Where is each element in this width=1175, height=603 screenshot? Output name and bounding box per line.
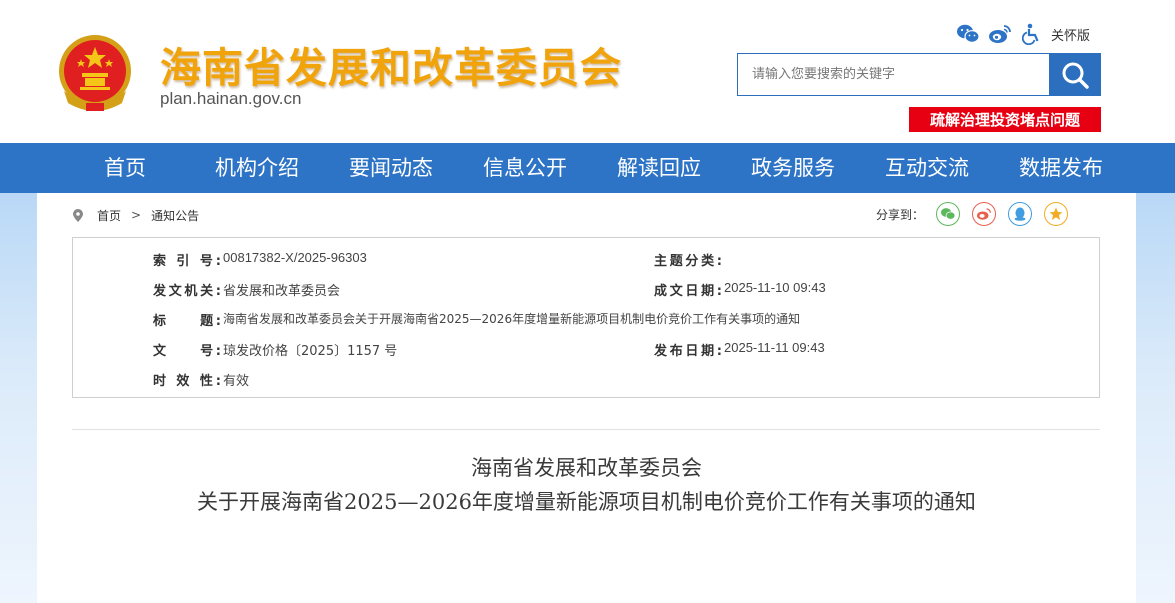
meta-published-value: 2025-11-11 09:43 <box>724 340 825 355</box>
wechat-icon <box>941 208 956 220</box>
content-divider <box>72 429 1100 430</box>
meta-created-value: 2025-11-10 09:43 <box>724 280 826 295</box>
wechat-icon[interactable] <box>955 22 981 46</box>
national-emblem-icon <box>59 35 131 111</box>
meta-issuer-value: 省发展和改革委员会 <box>223 284 341 299</box>
share-qq-button[interactable] <box>1008 202 1033 226</box>
weibo-icon <box>977 208 992 220</box>
top-toolbar: 关怀版 <box>955 22 1090 46</box>
nav-item-organization[interactable]: 机构介绍 <box>215 143 299 193</box>
nav-item-news[interactable]: 要闻动态 <box>349 143 433 193</box>
share-weibo-button[interactable] <box>972 202 997 226</box>
care-version-link[interactable]: 关怀版 <box>1051 25 1090 44</box>
meta-index: 索 引 号: 00817382-X/2025-96303 <box>153 250 367 269</box>
nav-item-interaction[interactable]: 互动交流 <box>885 143 969 193</box>
document-title-line1: 海南省发展和改革委员会 <box>471 456 702 480</box>
meta-published: 发布日期: 2025-11-11 09:43 <box>654 340 825 359</box>
qq-icon <box>1014 207 1026 221</box>
breadcrumb-home[interactable]: 首页 <box>97 207 121 224</box>
meta-docno-label: 文 号: <box>153 344 221 359</box>
search-icon <box>1062 62 1089 89</box>
meta-issuer: 发文机关: 省发展和改革委员会 <box>153 280 340 299</box>
meta-created: 成文日期: 2025-11-10 09:43 <box>654 280 826 299</box>
document-metadata: 索 引 号: 00817382-X/2025-96303 主题分类: 发文机关:… <box>72 237 1100 398</box>
search-input[interactable] <box>738 54 1049 95</box>
breadcrumb-current[interactable]: 通知公告 <box>151 207 199 224</box>
meta-validity: 时 效 性: 有效 <box>153 370 249 389</box>
share-label: 分享到： <box>876 207 925 222</box>
site-url[interactable]: plan.hainan.gov.cn <box>160 89 301 109</box>
search-button[interactable] <box>1049 53 1101 96</box>
promo-banner[interactable]: 疏解治理投资堵点问题 <box>909 107 1101 132</box>
breadcrumb: 首页 > 通知公告 <box>73 207 199 223</box>
main-nav: 首页 机构介绍 要闻动态 信息公开 解读回应 政务服务 互动交流 数据发布 <box>0 143 1175 193</box>
nav-item-home[interactable]: 首页 <box>104 143 146 193</box>
nav-item-data[interactable]: 数据发布 <box>1019 143 1103 193</box>
nav-item-disclosure[interactable]: 信息公开 <box>483 143 567 193</box>
breadcrumb-separator: > <box>131 208 142 222</box>
meta-index-label: 索 引 号: <box>153 254 221 269</box>
share-bar: 分享到： <box>876 202 1069 226</box>
qzone-icon <box>1049 207 1063 220</box>
nav-item-interpretation[interactable]: 解读回应 <box>617 143 701 193</box>
meta-topic: 主题分类: <box>654 250 724 269</box>
article-content: 首页 > 通知公告 分享到： 索 引 号: 00817382-X/2025-96… <box>37 193 1136 603</box>
share-qzone-button[interactable] <box>1044 202 1069 226</box>
site-title[interactable]: 海南省发展和改革委员会 <box>160 34 622 94</box>
share-wechat-button[interactable] <box>936 202 961 226</box>
meta-published-label: 发布日期: <box>654 344 722 359</box>
document-title-line2: 关于开展海南省2025—2026年度增量新能源项目机制电价竞价工作有关事项的通知 <box>197 490 976 514</box>
meta-validity-value: 有效 <box>223 374 250 389</box>
meta-docno: 文 号: 琼发改价格〔2025〕1157 号 <box>153 340 397 359</box>
site-header: 海南省发展和改革委员会 plan.hainan.gov.cn 关怀版 请输入您要… <box>0 0 1175 143</box>
weibo-icon[interactable] <box>987 22 1013 46</box>
meta-title-label: 标 题: <box>153 314 221 329</box>
location-pin-icon <box>73 208 83 222</box>
meta-index-value: 00817382-X/2025-96303 <box>223 250 367 265</box>
meta-topic-label: 主题分类: <box>654 254 722 269</box>
search-box <box>737 53 1049 96</box>
meta-title-value: 海南省发展和改革委员会关于开展海南省2025—2026年度增量新能源项目机制电价… <box>223 312 801 326</box>
meta-validity-label: 时 效 性: <box>153 374 221 389</box>
nav-item-services[interactable]: 政务服务 <box>751 143 835 193</box>
meta-docno-value: 琼发改价格〔2025〕1157 号 <box>223 344 398 359</box>
meta-title: 标 题: 海南省发展和改革委员会关于开展海南省2025—2026年度增量新能源项… <box>153 310 800 329</box>
meta-created-label: 成文日期: <box>654 284 722 299</box>
meta-issuer-label: 发文机关: <box>153 284 221 299</box>
accessibility-icon[interactable] <box>1019 22 1045 46</box>
